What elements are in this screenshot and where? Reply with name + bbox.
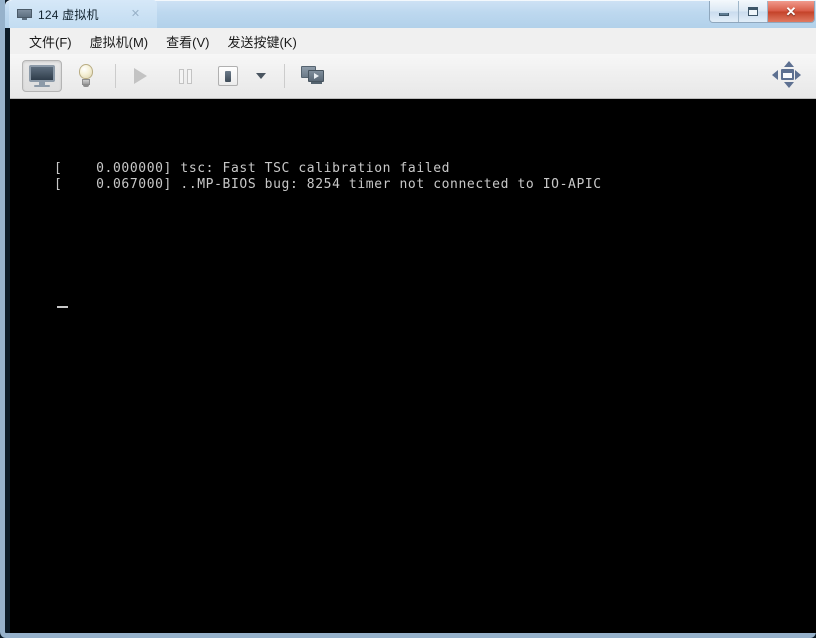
minimize-button[interactable] (710, 1, 739, 22)
power-on-button[interactable] (120, 60, 160, 92)
shutdown-dropdown-button[interactable] (245, 60, 277, 92)
monitor-icon (17, 8, 32, 20)
unity-mode-button[interactable] (293, 60, 333, 92)
multi-monitor-icon (301, 66, 325, 86)
minimize-icon (719, 13, 729, 16)
menubar: 文件(F) 虚拟机(M) 查看(V) 发送按键(K) (10, 28, 816, 54)
pause-icon (178, 68, 192, 84)
toolbar-separator (115, 64, 116, 88)
maximize-button[interactable] (739, 1, 768, 22)
vm-boot-log: [ 0.000000] tsc: Fast TSC calibration fa… (54, 161, 602, 192)
close-icon[interactable]: ✕ (129, 8, 142, 21)
terminal-cursor (57, 306, 68, 308)
toolbar (10, 54, 816, 99)
menu-view[interactable]: 查看(V) (157, 29, 218, 54)
lightbulb-icon (77, 64, 95, 88)
maximize-icon (748, 7, 758, 16)
chevron-down-icon (256, 73, 266, 79)
window-controls: ✕ (709, 1, 815, 23)
monitor-icon (29, 65, 55, 87)
shutdown-button[interactable] (208, 60, 248, 92)
show-hints-button[interactable] (66, 60, 106, 92)
vm-console-screen[interactable]: [ 0.000000] tsc: Fast TSC calibration fa… (10, 99, 816, 633)
fullscreen-button[interactable] (772, 60, 804, 92)
menu-vm[interactable]: 虚拟机(M) (81, 29, 158, 54)
window-close-button[interactable]: ✕ (768, 1, 814, 22)
pause-button[interactable] (165, 60, 205, 92)
play-icon (133, 68, 147, 84)
toolbar-separator (284, 64, 285, 88)
menu-send-key[interactable]: 发送按键(K) (218, 29, 305, 54)
stop-icon (218, 66, 238, 86)
vm-tab-label: 124 虚拟机 (38, 7, 99, 22)
console-view-button[interactable] (22, 60, 62, 92)
menu-file[interactable]: 文件(F) (20, 29, 81, 54)
vm-application-window: 124 虚拟机 ✕ ✕ 文件(F) 虚拟机(M) 查看(V) 发送按键(K) [… (0, 0, 816, 638)
close-icon: ✕ (785, 4, 797, 19)
window-titlebar: 124 虚拟机 ✕ ✕ (5, 0, 816, 28)
